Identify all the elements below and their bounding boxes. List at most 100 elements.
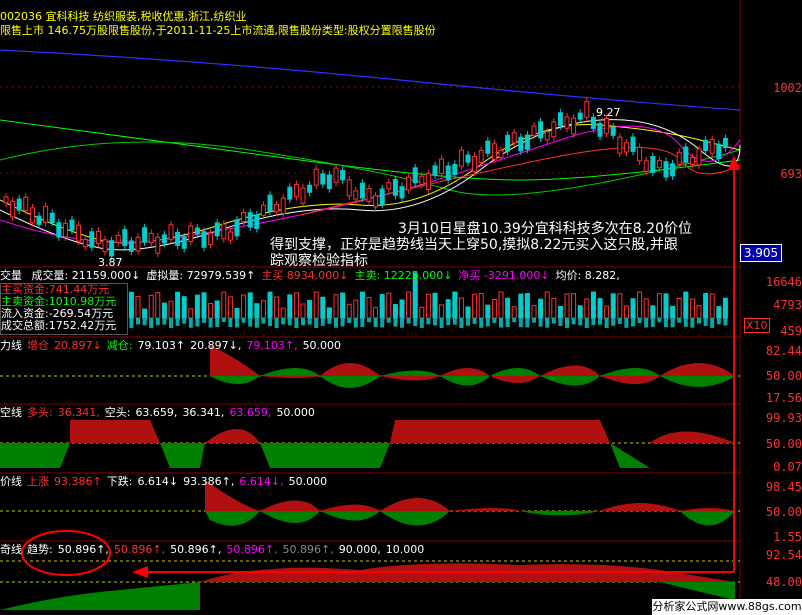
candle: [419, 175, 425, 185]
volume-bar: [505, 297, 511, 319]
candle: [82, 239, 88, 248]
volume-bar-lower: [386, 318, 391, 323]
volume-bar: [564, 293, 570, 319]
volume-bar: [155, 292, 161, 319]
volume-bar: [656, 293, 662, 319]
candle: [188, 225, 194, 243]
candle: [293, 184, 299, 198]
candle: [458, 149, 464, 167]
indicator-value: 50.896↑,: [113, 543, 166, 556]
volume-bar-lower: [512, 318, 517, 323]
volume-bar: [524, 293, 530, 319]
volume-bar: [551, 297, 557, 319]
candle: [10, 200, 16, 218]
volume-bar-lower: [611, 318, 616, 326]
volume-bar-lower: [485, 318, 490, 327]
candle: [109, 240, 115, 257]
indicator-axis-label: 50.00: [765, 369, 802, 383]
candle: [689, 156, 695, 166]
volume-bar-lower: [195, 318, 200, 327]
volume-bar: [194, 294, 200, 319]
candle: [643, 160, 649, 172]
volume-bar-lower: [175, 318, 180, 326]
price-axis-mid: 693: [780, 167, 802, 181]
volume-bar-lower: [571, 318, 576, 325]
volume-bar-lower: [710, 318, 715, 328]
candle: [62, 222, 68, 238]
volume-bar: [703, 293, 709, 319]
indicator-value: 50.896↑,: [57, 543, 109, 556]
volume-bar: [709, 293, 715, 319]
volume-bar-lower: [307, 318, 312, 325]
indicator-title: 空线: [0, 406, 22, 419]
indicator-axis-label: 50.00: [765, 437, 802, 451]
candle: [577, 112, 583, 120]
candle: [412, 167, 418, 184]
candle: [637, 146, 643, 162]
candle: [676, 151, 682, 165]
volume-stat: 主买 8934.000↓: [261, 269, 349, 282]
candle: [604, 117, 610, 134]
info-row: 成交总额:1752.42万元: [1, 319, 117, 332]
volume-bar: [247, 292, 253, 319]
candle: [445, 165, 451, 181]
price-axis-top: 1002: [773, 81, 802, 95]
indicator-title: 力线: [0, 339, 22, 352]
candle: [115, 234, 121, 244]
volume-bar: [498, 291, 504, 319]
volume-bar-lower: [301, 318, 305, 326]
volume-bar: [637, 291, 643, 319]
candle: [709, 139, 715, 154]
volume-bar: [472, 293, 478, 319]
candle: [122, 229, 128, 247]
candle: [95, 230, 101, 244]
candle: [201, 231, 207, 248]
candle: [128, 240, 134, 252]
volume-bar-lower: [578, 318, 583, 326]
volume-bar: [722, 297, 728, 319]
candle: [551, 121, 557, 138]
volume-stat: 均价: 8.282,: [555, 269, 620, 282]
candle: [353, 190, 359, 200]
candle: [478, 149, 484, 163]
indicator-value: 79.103↑: [137, 339, 186, 352]
candle: [307, 184, 313, 193]
volume-bar: [716, 306, 722, 319]
volume-bar: [353, 299, 359, 319]
volume-bar: [221, 291, 227, 319]
candle: [670, 163, 676, 177]
volume-bar-lower: [142, 318, 147, 326]
volume-multiplier: X10: [744, 318, 770, 333]
volume-bar: [485, 304, 491, 319]
volume-bar-lower: [617, 318, 622, 324]
volume-bar-lower: [294, 318, 299, 328]
volume-bar: [168, 300, 174, 319]
volume-bar: [590, 291, 596, 319]
volume-bar: [670, 305, 676, 319]
volume-bar-lower: [248, 318, 253, 327]
volume-bar: [366, 297, 372, 319]
candle: [571, 117, 577, 135]
volume-bar: [267, 291, 273, 319]
candle: [557, 112, 563, 127]
volume-bar: [346, 303, 352, 319]
volume-bar-lower: [472, 318, 477, 324]
volume-bar: [683, 291, 689, 319]
indicator-header: 力线 增仓 20.897↓ 减仓: 79.103↑ 20.897↓, 79.103↑, 50.…: [0, 339, 341, 352]
indicator-value: 6.614↓: [137, 475, 179, 488]
volume-bar-lower: [268, 318, 272, 327]
volume-bar-lower: [565, 318, 569, 328]
indicator-value: 36.341,: [57, 406, 100, 419]
candle: [208, 232, 214, 245]
volume-bar-lower: [631, 318, 635, 327]
volume-stat: 主卖: 12225.000↓: [354, 269, 453, 282]
volume-bar: [300, 303, 306, 319]
candle: [716, 143, 722, 159]
candle: [181, 236, 187, 249]
volume-bar-lower: [525, 318, 530, 328]
candle: [135, 236, 141, 252]
volume-bar-lower: [241, 318, 246, 323]
volume-axis-top: 16646: [765, 275, 802, 289]
volume-bar-lower: [261, 318, 266, 324]
candle: [406, 176, 412, 191]
